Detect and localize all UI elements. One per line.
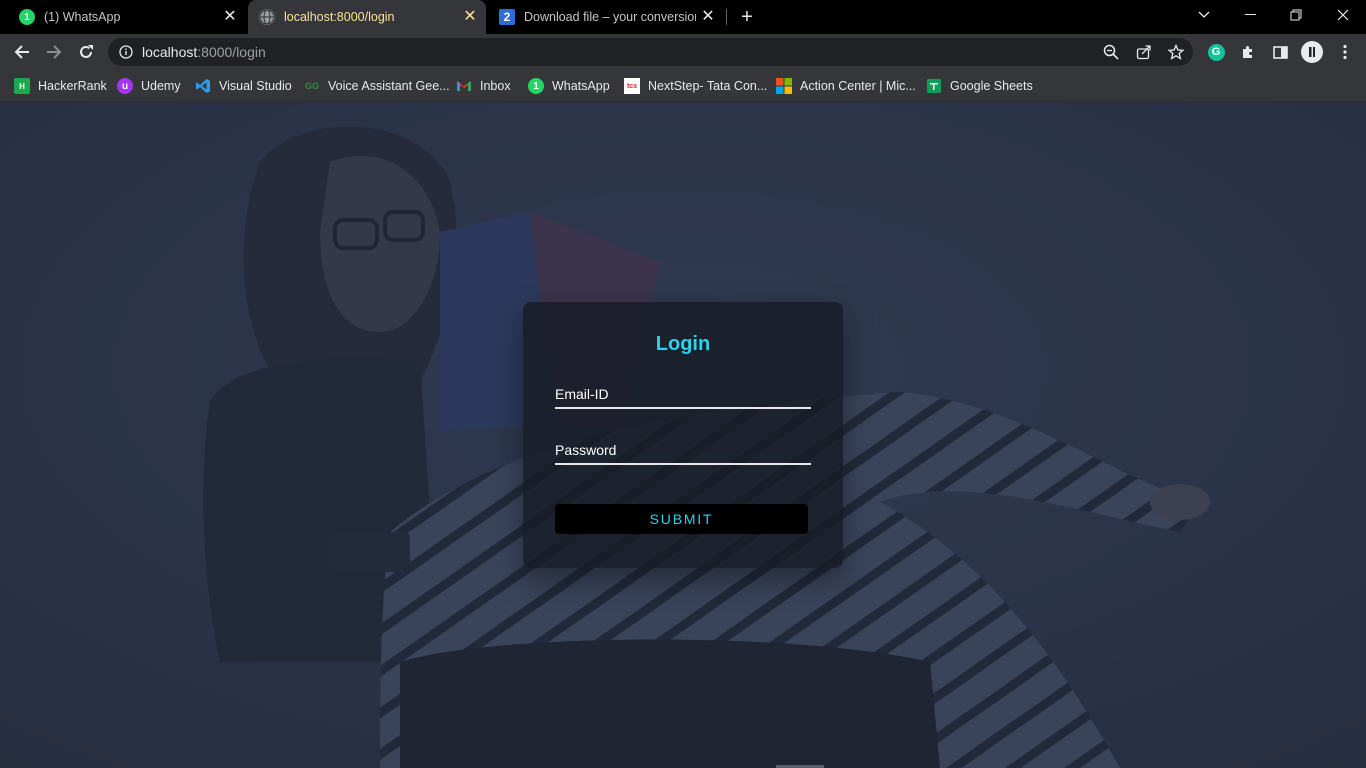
bookmark-google-sheets[interactable]: Google Sheets bbox=[926, 76, 1033, 96]
email-label: Email-ID bbox=[555, 386, 609, 402]
url-host: localhost bbox=[142, 44, 198, 60]
hackerrank-icon: H bbox=[14, 78, 30, 94]
login-card: Login Email-ID Password SUBMIT bbox=[523, 302, 843, 568]
login-title: Login bbox=[655, 333, 711, 355]
bookmark-label: Action Center | Mic... bbox=[800, 79, 916, 93]
extensions-icon[interactable] bbox=[1239, 43, 1257, 61]
forward-button[interactable] bbox=[42, 40, 66, 64]
close-icon[interactable]: ✕ bbox=[462, 9, 478, 25]
bookmark-label: Visual Studio bbox=[219, 79, 292, 93]
bookmark-star-icon[interactable] bbox=[1168, 44, 1184, 60]
bookmark-hackerrank[interactable]: H HackerRank bbox=[14, 76, 107, 96]
tab-whatsapp[interactable]: 1 (1) WhatsApp ✕ bbox=[8, 0, 246, 34]
bookmark-label: WhatsApp bbox=[552, 79, 610, 93]
url-text: localhost:8000/login bbox=[142, 44, 266, 60]
bookmark-visual-studio[interactable]: Visual Studio bbox=[195, 76, 292, 96]
page-content: Login Email-ID Password SUBMIT bbox=[0, 102, 1366, 768]
back-button[interactable] bbox=[10, 40, 34, 64]
bookmark-geeks[interactable]: GG Voice Assistant Gee... bbox=[304, 76, 450, 96]
whatsapp-icon: 1 bbox=[19, 9, 35, 25]
bookmark-inbox[interactable]: Inbox bbox=[456, 76, 511, 96]
browser-toolbar: localhost:8000/login G bbox=[0, 34, 1366, 70]
submit-button[interactable]: SUBMIT bbox=[555, 504, 808, 534]
microsoft-icon bbox=[776, 78, 792, 94]
geeks-icon: GG bbox=[304, 81, 319, 91]
minimize-button[interactable] bbox=[1227, 0, 1273, 30]
profile-avatar[interactable] bbox=[1300, 40, 1324, 64]
bookmark-label: Inbox bbox=[480, 79, 511, 93]
password-label: Password bbox=[555, 442, 617, 458]
tab-strip: 1 (1) WhatsApp ✕ localhost:8000/login ✕ … bbox=[0, 0, 1366, 34]
udemy-icon: u bbox=[117, 78, 133, 94]
tcs-icon: tcs bbox=[624, 78, 640, 94]
restore-button[interactable] bbox=[1273, 0, 1319, 30]
menu-icon[interactable] bbox=[1336, 43, 1354, 61]
gmail-icon bbox=[456, 78, 472, 94]
tab-title: (1) WhatsApp bbox=[44, 10, 121, 24]
tab-login[interactable]: localhost:8000/login ✕ bbox=[248, 0, 486, 34]
password-field[interactable]: Password bbox=[555, 442, 811, 465]
tab-title: localhost:8000/login bbox=[284, 10, 395, 24]
side-panel-icon[interactable] bbox=[1271, 43, 1289, 61]
bookmarks-bar: H HackerRank u Udemy Visual Studio GG Vo… bbox=[0, 70, 1366, 102]
tab-search-button[interactable] bbox=[1181, 0, 1227, 30]
close-icon[interactable]: ✕ bbox=[700, 9, 716, 25]
bookmark-label: Google Sheets bbox=[950, 79, 1033, 93]
bookmark-nextstep[interactable]: tcs NextStep- Tata Con... bbox=[624, 76, 767, 96]
whatsapp-icon: 1 bbox=[528, 78, 544, 94]
number-2-icon: 2 bbox=[499, 9, 515, 25]
share-icon[interactable] bbox=[1136, 44, 1152, 60]
close-window-button[interactable] bbox=[1320, 0, 1366, 30]
bookmark-label: NextStep- Tata Con... bbox=[648, 79, 768, 93]
info-icon[interactable] bbox=[118, 44, 134, 60]
bookmark-whatsapp[interactable]: 1 WhatsApp bbox=[528, 76, 610, 96]
bookmark-label: HackerRank bbox=[38, 79, 107, 93]
reload-button[interactable] bbox=[74, 40, 98, 64]
email-field[interactable]: Email-ID bbox=[555, 386, 811, 409]
globe-icon bbox=[259, 9, 275, 25]
vscode-icon bbox=[195, 78, 211, 94]
tab-separator bbox=[726, 9, 727, 25]
address-bar[interactable]: localhost:8000/login bbox=[108, 38, 1193, 66]
url-path: :8000/login bbox=[197, 44, 266, 60]
bookmark-label: Voice Assistant Gee... bbox=[328, 79, 450, 93]
close-icon[interactable]: ✕ bbox=[222, 9, 238, 25]
bookmark-action-center[interactable]: Action Center | Mic... bbox=[776, 76, 916, 96]
bookmark-label: Udemy bbox=[141, 79, 181, 93]
new-tab-button[interactable]: + bbox=[736, 6, 758, 28]
zoom-icon[interactable] bbox=[1103, 44, 1119, 60]
grammarly-icon[interactable]: G bbox=[1207, 43, 1225, 61]
tab-download[interactable]: 2 Download file – your conversion ✕ bbox=[488, 0, 724, 34]
bookmark-udemy[interactable]: u Udemy bbox=[117, 76, 181, 96]
tab-title: Download file – your conversion bbox=[524, 10, 696, 24]
sheets-icon bbox=[926, 78, 942, 94]
